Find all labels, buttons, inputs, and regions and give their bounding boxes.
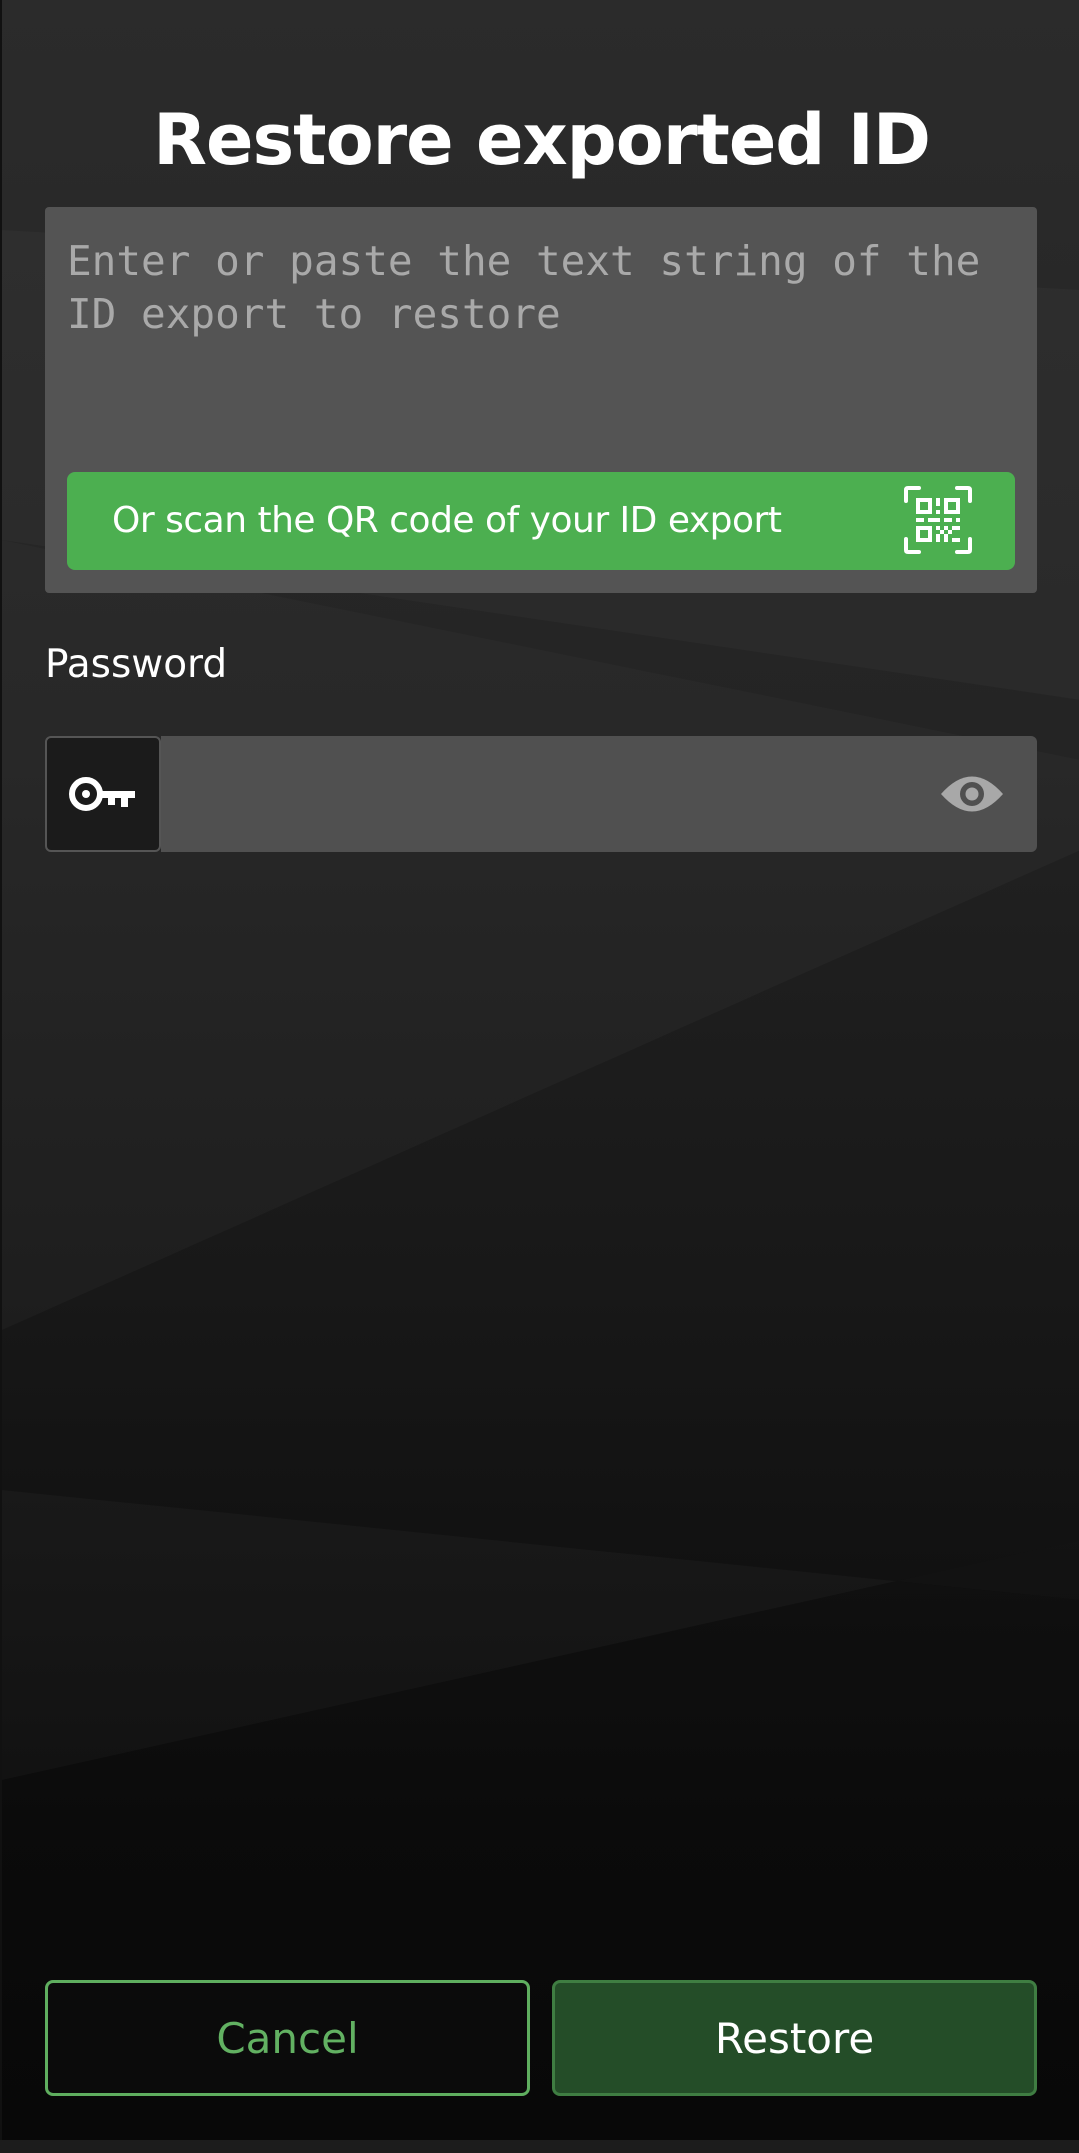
scan-qr-button[interactable]: Or scan the QR code of your ID export (67, 472, 1015, 570)
restore-id-screen: Restore exported ID Or scan the QR code … (0, 0, 1079, 2140)
qr-code-scan-icon (904, 486, 972, 554)
export-string-input[interactable] (67, 235, 1017, 435)
password-prefix-box (45, 736, 161, 852)
restore-button[interactable]: Restore (552, 1980, 1037, 2096)
cancel-button[interactable]: Cancel (45, 1980, 530, 2096)
export-string-card: Or scan the QR code of your ID export (45, 207, 1037, 593)
eye-icon[interactable] (939, 769, 1005, 819)
dialog-title: Restore exported ID (153, 98, 931, 181)
navigation-bar-area (0, 2140, 1079, 2153)
scan-qr-label: Or scan the QR code of your ID export (112, 500, 782, 541)
key-icon (69, 777, 135, 811)
password-field (161, 736, 1037, 852)
password-input[interactable] (181, 736, 921, 852)
password-label: Password (45, 642, 228, 687)
